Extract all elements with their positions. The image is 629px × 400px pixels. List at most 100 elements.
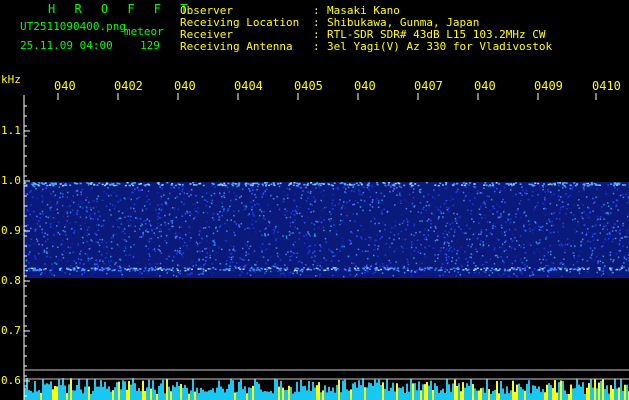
noise-dot xyxy=(209,206,211,208)
activity-bar xyxy=(36,391,38,400)
noise-dot xyxy=(445,199,448,202)
time-tick-label: 0407 xyxy=(414,79,443,93)
noise-dot xyxy=(153,262,156,265)
noise-dot xyxy=(256,202,258,205)
noise-dot xyxy=(117,226,119,228)
signal-line-dot xyxy=(102,268,105,270)
noise-dot xyxy=(590,258,593,260)
noise-dot xyxy=(45,222,47,224)
noise-dot xyxy=(120,217,122,219)
signal-line-dot xyxy=(159,267,162,269)
noise-dot xyxy=(205,204,208,207)
noise-dot xyxy=(228,249,231,251)
noise-dot xyxy=(489,232,492,234)
noise-dot xyxy=(603,225,605,228)
noise-dot xyxy=(121,210,123,212)
noise-dot xyxy=(262,192,265,194)
noise-dot xyxy=(202,271,204,274)
noise-dot xyxy=(147,272,150,274)
noise-dot xyxy=(602,261,604,264)
noise-dot xyxy=(134,184,136,186)
signal-line-dot xyxy=(197,268,200,270)
signal-line-dot xyxy=(566,268,568,270)
noise-dot xyxy=(602,245,604,247)
noise-dot xyxy=(601,243,603,246)
noise-dot xyxy=(607,237,610,240)
noise-dot xyxy=(67,215,69,218)
noise-dot xyxy=(186,244,188,247)
activity-bar xyxy=(238,381,240,400)
noise-dot xyxy=(526,192,528,195)
signal-line-dot xyxy=(77,267,80,269)
noise-dot xyxy=(98,224,100,226)
noise-dot xyxy=(313,235,316,237)
noise-dot xyxy=(370,237,372,239)
activity-bar xyxy=(414,383,416,400)
noise-dot xyxy=(594,225,596,227)
noise-dot xyxy=(406,246,408,248)
noise-dot xyxy=(203,264,205,266)
noise-dot xyxy=(141,189,143,191)
noise-dot xyxy=(416,229,418,231)
noise-dot xyxy=(501,201,503,203)
noise-dot xyxy=(587,214,589,217)
signal-line-dot xyxy=(421,268,424,271)
noise-dot xyxy=(108,242,111,244)
noise-dot xyxy=(607,202,609,204)
noise-dot xyxy=(89,258,91,260)
time-tick-label: 040 xyxy=(54,79,76,93)
noise-dot xyxy=(249,191,251,194)
activity-bar xyxy=(178,386,180,400)
signal-line-dot xyxy=(456,182,459,185)
activity-bar xyxy=(522,389,524,400)
signal-line-dot xyxy=(417,184,420,187)
noise-dot xyxy=(258,203,260,206)
noise-dot xyxy=(535,241,538,243)
signal-line-dot xyxy=(391,267,393,269)
noise-dot xyxy=(394,225,397,227)
signal-line-dot xyxy=(224,184,227,187)
noise-dot xyxy=(141,272,143,275)
noise-dot xyxy=(479,243,481,246)
noise-dot xyxy=(483,270,485,273)
noise-dot xyxy=(505,230,507,232)
noise-dot xyxy=(455,248,457,250)
activity-bar xyxy=(298,391,300,400)
noise-dot xyxy=(399,223,401,226)
noise-dot xyxy=(599,206,602,208)
signal-line-dot xyxy=(124,184,127,187)
noise-dot xyxy=(61,270,63,272)
signal-line-dot xyxy=(346,184,349,186)
noise-dot xyxy=(307,238,310,241)
noise-dot xyxy=(188,195,190,198)
noise-dot xyxy=(49,209,52,211)
noise-dot xyxy=(145,266,147,269)
noise-dot xyxy=(136,186,139,189)
noise-dot xyxy=(333,224,335,226)
noise-dot xyxy=(248,188,250,190)
signal-line-dot xyxy=(59,268,62,270)
noise-dot xyxy=(597,263,599,265)
noise-dot xyxy=(226,230,228,232)
noise-dot xyxy=(572,252,575,254)
noise-dot xyxy=(44,232,46,235)
noise-dot xyxy=(120,231,123,234)
noise-dot xyxy=(612,201,615,204)
noise-dot xyxy=(108,250,110,252)
noise-dot xyxy=(87,257,90,260)
noise-dot xyxy=(60,259,63,262)
noise-dot xyxy=(216,218,218,221)
noise-dot xyxy=(444,268,447,270)
noise-dot xyxy=(179,272,181,275)
noise-dot xyxy=(555,217,558,220)
activity-bar xyxy=(488,389,490,400)
noise-dot xyxy=(585,213,587,216)
noise-dot xyxy=(398,185,401,188)
noise-dot xyxy=(500,190,502,192)
noise-dot xyxy=(507,229,510,231)
noise-dot xyxy=(128,245,131,247)
noise-dot xyxy=(619,242,621,244)
noise-dot xyxy=(436,239,439,241)
noise-dot xyxy=(84,222,86,225)
noise-dot xyxy=(508,275,510,277)
